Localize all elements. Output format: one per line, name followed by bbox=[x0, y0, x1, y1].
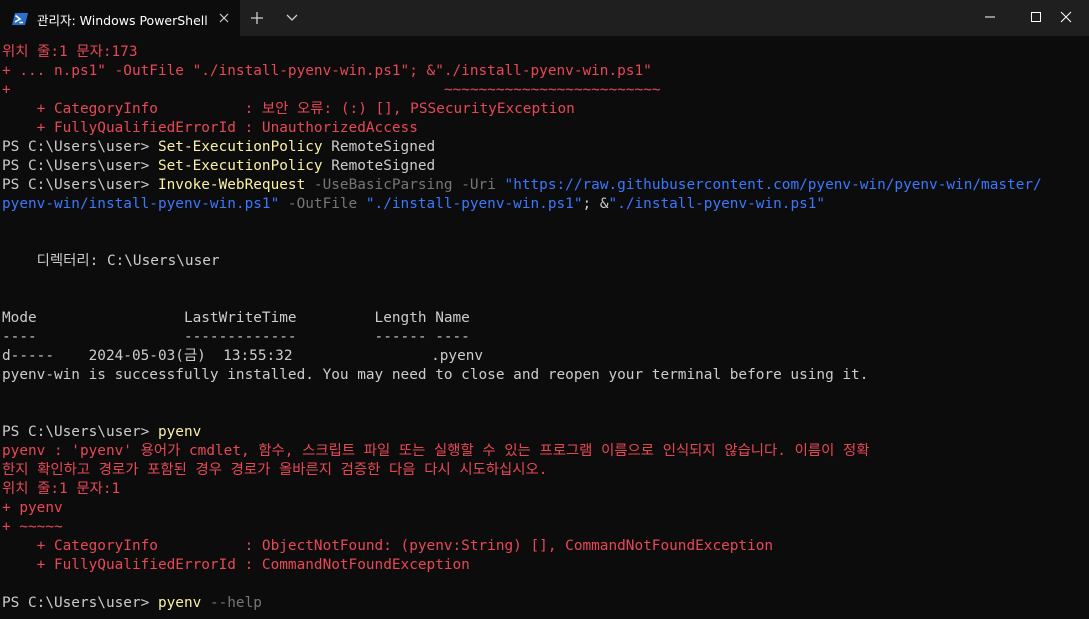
terminal-text: + ~~~~~~~~~~~~~~~~~~~~~~~~~ bbox=[2, 82, 661, 98]
tab-title: 관리자: Windows PowerShell bbox=[37, 13, 208, 28]
terminal-line: PS C:\Users\user> Set-ExecutionPolicy Re… bbox=[2, 138, 435, 157]
terminal-line: + FullyQualifiedErrorId : CommandNotFoun… bbox=[2, 556, 470, 575]
tab-powershell[interactable]: 관리자: Windows PowerShell bbox=[0, 0, 240, 36]
chevron-down-icon[interactable] bbox=[281, 8, 303, 28]
terminal-line: d----- 2024-05-03(금) 13:55:32 .pyenv bbox=[2, 347, 483, 366]
terminal-line: + CategoryInfo : ObjectNotFound: (pyenv:… bbox=[2, 537, 773, 556]
terminal-text: pyenv bbox=[157, 424, 202, 440]
terminal-line: pyenv : 'pyenv' 용어가 cmdlet, 함수, 스크립트 파일 … bbox=[2, 442, 869, 461]
terminal-text: PS C:\Users\user> bbox=[2, 158, 158, 174]
terminal-line: PS C:\Users\user> Invoke-WebRequest -Use… bbox=[2, 176, 1042, 195]
terminal-text: 디렉터리: C:\Users\user bbox=[2, 253, 220, 269]
terminal-line: + CategoryInfo : 보안 오류: (:) [], PSSecuri… bbox=[2, 100, 575, 119]
terminal-text: + FullyQualifiedErrorId : CommandNotFoun… bbox=[2, 557, 470, 573]
powershell-icon bbox=[12, 11, 28, 25]
terminal-text: + CategoryInfo : ObjectNotFound: (pyenv:… bbox=[2, 538, 774, 554]
terminal-text: PS C:\Users\user> bbox=[2, 139, 158, 155]
terminal-line: pyenv-win/install-pyenv-win.ps1" -OutFil… bbox=[2, 195, 825, 214]
terminal-text: pyenv-win is successfully installed. You… bbox=[2, 367, 869, 383]
close-icon[interactable] bbox=[1043, 0, 1089, 34]
terminal-text: ---- ------------- ------ ---- bbox=[2, 329, 470, 345]
terminal-text: + ~~~~~ bbox=[2, 519, 63, 535]
terminal-text: pyenv : 'pyenv' 용어가 cmdlet, 함수, 스크립트 파일 … bbox=[2, 443, 870, 459]
terminal-text: "./install-pyenv-win.ps1" bbox=[608, 196, 826, 212]
terminal-line: 위치 줄:1 문자:173 bbox=[2, 43, 138, 62]
terminal-output[interactable]: 위치 줄:1 문자:173 + ... n.ps1" -OutFile "./in… bbox=[0, 42, 1089, 619]
terminal-line: 한지 확인하고 경로가 포함된 경우 경로가 올바른지 검증한 다음 다시 시도… bbox=[2, 461, 547, 480]
terminal-text: pyenv bbox=[157, 595, 202, 611]
terminal-text: PS C:\Users\user> bbox=[2, 595, 158, 611]
terminal-text: + pyenv bbox=[2, 500, 63, 516]
terminal-line: PS C:\Users\user> pyenv --help bbox=[2, 594, 262, 613]
terminal-text: ; & bbox=[582, 196, 609, 212]
terminal-line: ---- ------------- ------ ---- bbox=[2, 328, 470, 347]
terminal-line: 위치 줄:1 문자:1 bbox=[2, 480, 120, 499]
terminal-text: 위치 줄:1 문자:1 bbox=[2, 481, 121, 497]
terminal-line: + ~~~~~~~~~~~~~~~~~~~~~~~~~ bbox=[2, 81, 660, 100]
terminal-text: + CategoryInfo : 보안 오류: (:) [], PSSecuri… bbox=[2, 101, 575, 117]
plus-icon[interactable] bbox=[246, 8, 268, 28]
terminal-line: pyenv-win is successfully installed. You… bbox=[2, 366, 868, 385]
close-icon[interactable] bbox=[217, 10, 231, 24]
terminal-text: + FullyQualifiedErrorId : UnauthorizedAc… bbox=[2, 120, 418, 136]
terminal-text: + ... n.ps1" -OutFile "./install-pyenv-w… bbox=[2, 63, 652, 79]
terminal-text: --help bbox=[201, 595, 262, 611]
terminal-text: Mode LastWriteTime Length Name bbox=[2, 310, 470, 326]
terminal-text: PS C:\Users\user> bbox=[2, 177, 158, 193]
terminal-text: d----- 2024-05-03(금) 13:55:32 .pyenv bbox=[2, 348, 484, 364]
terminal-text: Set-ExecutionPolicy bbox=[157, 158, 323, 174]
terminal-line: + ... n.ps1" -OutFile "./install-pyenv-w… bbox=[2, 62, 652, 81]
terminal-text: 한지 확인하고 경로가 포함된 경우 경로가 올바른지 검증한 다음 다시 시도… bbox=[2, 462, 548, 478]
terminal-line: + ~~~~~ bbox=[2, 518, 63, 537]
terminal-text: 위치 줄:1 문자:173 bbox=[2, 44, 138, 60]
terminal-text: Set-ExecutionPolicy bbox=[157, 139, 323, 155]
terminal-text: "https://raw.githubusercontent.com/pyenv… bbox=[504, 177, 1042, 193]
terminal-line: + FullyQualifiedErrorId : UnauthorizedAc… bbox=[2, 119, 418, 138]
terminal-text: Invoke-WebRequest bbox=[157, 177, 306, 193]
terminal-line: PS C:\Users\user> Set-ExecutionPolicy Re… bbox=[2, 157, 435, 176]
terminal-text: RemoteSigned bbox=[322, 158, 436, 174]
terminal-text: PS C:\Users\user> bbox=[2, 424, 158, 440]
minimize-icon[interactable] bbox=[967, 0, 1013, 34]
terminal-text: "./install-pyenv-win.ps1" bbox=[365, 196, 583, 212]
title-bar: 관리자: Windows PowerShell bbox=[0, 0, 1089, 36]
terminal-line: + pyenv bbox=[2, 499, 63, 518]
terminal-text: -UseBasicParsing -Uri bbox=[305, 177, 505, 193]
terminal-line: PS C:\Users\user> pyenv bbox=[2, 423, 201, 442]
terminal-text: RemoteSigned bbox=[322, 139, 436, 155]
terminal-line: Mode LastWriteTime Length Name bbox=[2, 309, 470, 328]
terminal-text: -OutFile bbox=[279, 196, 366, 212]
terminal-text: pyenv-win/install-pyenv-win.ps1" bbox=[2, 196, 280, 212]
terminal-line: 디렉터리: C:\Users\user bbox=[2, 252, 220, 271]
